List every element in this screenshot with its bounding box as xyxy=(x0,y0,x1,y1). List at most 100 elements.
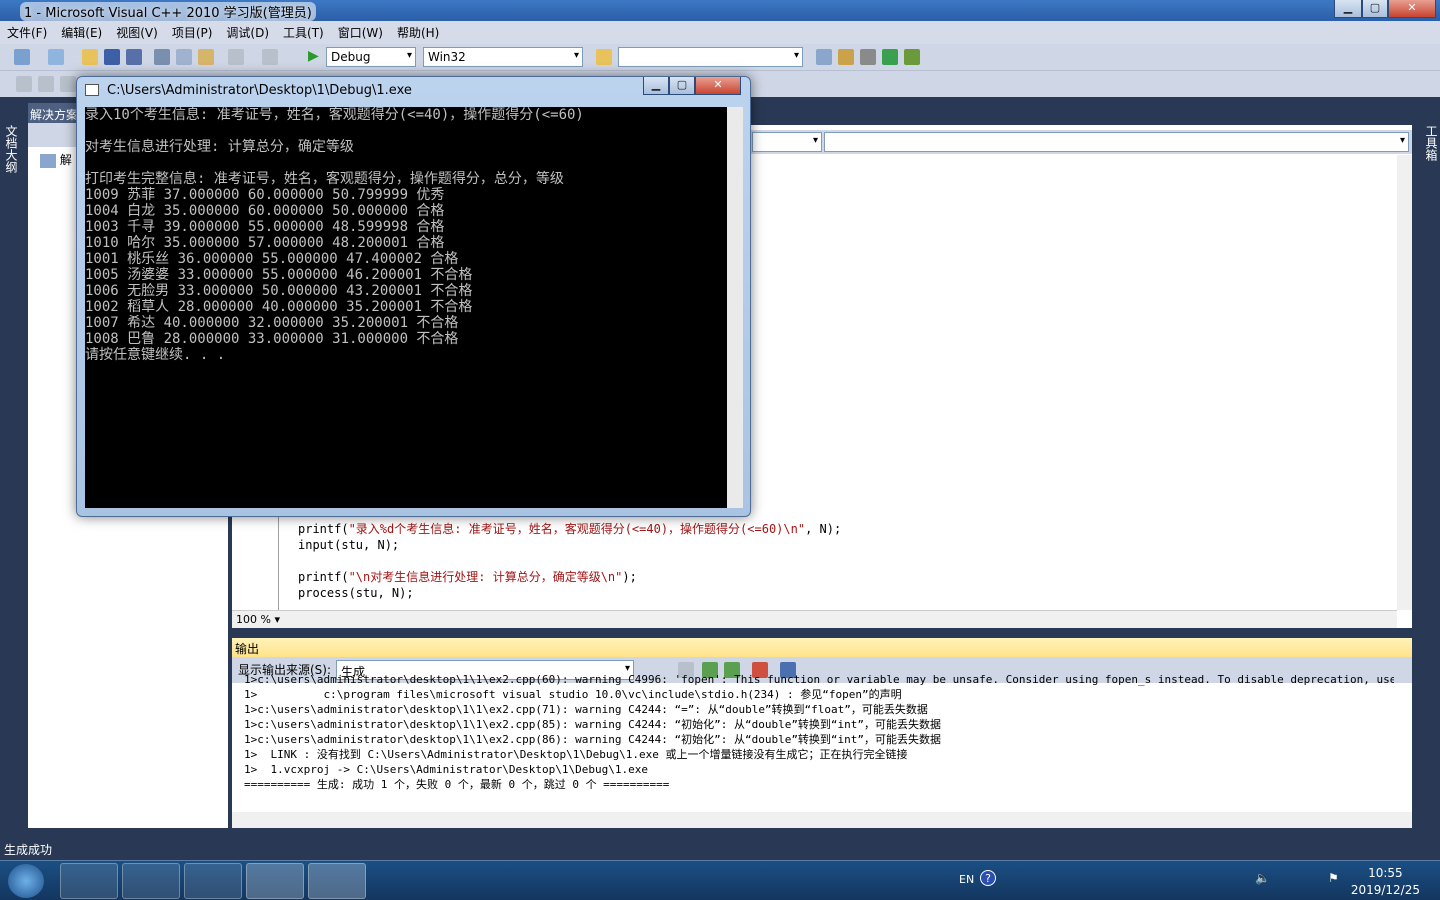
code-text[interactable]: printf("录入%d个考生信息: 准考证号，姓名，客观题得分(<=40)，操… xyxy=(298,521,841,601)
console-vertical-scrollbar[interactable] xyxy=(727,107,743,508)
code-line: process(stu, N); xyxy=(298,586,414,600)
start-debug-icon[interactable]: ▶ xyxy=(308,48,319,64)
toolbox-tab[interactable]: 工具箱 xyxy=(1423,125,1440,161)
console-line: 1001 桃乐丝 36.000000 55.000000 47.400002 合… xyxy=(85,251,459,267)
close-button[interactable]: ✕ xyxy=(1388,0,1436,18)
volume-icon[interactable]: 🔈 xyxy=(1255,871,1270,885)
copy-icon[interactable] xyxy=(176,49,192,65)
menu-item[interactable]: 视图(V) xyxy=(109,21,165,44)
output-line: 1> LINK : 没有找到 C:\Users\Administrator\De… xyxy=(244,748,908,761)
find-in-files-icon[interactable] xyxy=(596,49,612,65)
editor-bottom-bar: 100 % ▾ xyxy=(232,610,1397,628)
taskbar: EN ? 🔈 ⚑ 10:55 2019/12/25 xyxy=(0,860,1440,900)
console-line: 1004 白龙 35.000000 60.000000 50.000000 合格 xyxy=(85,203,445,219)
configuration-select[interactable]: Debug xyxy=(326,47,416,67)
output-panel: 输出 显示输出来源(S): 生成 1>c:\users\administrato… xyxy=(232,638,1412,828)
maximize-button[interactable]: ▢ xyxy=(1362,0,1388,18)
chrome-taskbar-icon[interactable] xyxy=(122,863,180,899)
console-window: C:\Users\Administrator\Desktop\1\Debug\1… xyxy=(76,76,751,517)
minimize-button[interactable]: ▁ xyxy=(1334,0,1362,18)
undo-icon[interactable] xyxy=(228,49,244,65)
menu-item[interactable]: 项目(P) xyxy=(165,21,220,44)
menu-item[interactable]: 工具(T) xyxy=(276,21,331,44)
new-project-icon[interactable] xyxy=(14,49,30,65)
platform-select[interactable]: Win32 xyxy=(423,47,583,67)
menu-item[interactable]: 编辑(E) xyxy=(54,21,109,44)
menu-item[interactable]: 调试(D) xyxy=(219,21,276,44)
console-minimize-button[interactable]: ▁ xyxy=(643,77,669,95)
console-maximize-button[interactable]: ▢ xyxy=(669,77,695,95)
save-icon[interactable] xyxy=(104,49,120,65)
console-output[interactable]: 录入10个考生信息: 准考证号，姓名，客观题得分(<=40)，操作题得分(<=6… xyxy=(85,107,727,508)
help-icon[interactable]: ? xyxy=(980,870,996,886)
document-outline-tab[interactable]: 文档大纲 xyxy=(3,125,20,173)
console-line: 对考生信息进行处理: 计算总分，确定等级 xyxy=(85,139,354,155)
cut-icon[interactable] xyxy=(154,49,170,65)
properties-icon[interactable] xyxy=(838,49,854,65)
find-combo[interactable] xyxy=(618,47,803,67)
left-dock-strip: 文档大纲 xyxy=(0,103,22,828)
console-close-button[interactable]: ✕ xyxy=(695,77,741,95)
firefox-taskbar-icon[interactable] xyxy=(184,863,242,899)
add-item-icon[interactable] xyxy=(48,49,64,65)
toolbar-icon[interactable] xyxy=(38,76,54,92)
pointer-icon[interactable] xyxy=(60,76,76,92)
visual-cpp-taskbar-icon[interactable] xyxy=(246,863,304,899)
menu-item[interactable]: 窗口(W) xyxy=(331,21,390,44)
console-title: C:\Users\Administrator\Desktop\1\Debug\1… xyxy=(107,83,412,98)
console-line: 打印考生完整信息: 准考证号，姓名，客观题得分，操作题得分，总分，等级 xyxy=(85,171,564,187)
explorer-taskbar-icon[interactable] xyxy=(60,863,118,899)
window-title: 1 - Microsoft Visual C++ 2010 学习版(管理员) xyxy=(20,2,316,21)
language-indicator[interactable]: EN xyxy=(959,873,974,886)
toolbox-icon[interactable] xyxy=(860,49,876,65)
clock[interactable]: 10:55 2019/12/25 xyxy=(1351,865,1420,899)
solution-explorer-icon[interactable] xyxy=(816,49,832,65)
console-line: 1009 苏菲 37.000000 60.000000 50.799999 优秀 xyxy=(85,187,445,203)
status-bar: 生成成功 xyxy=(4,843,53,857)
output-line: 1> 1.vcxproj -> C:\Users\Administrator\D… xyxy=(244,763,648,776)
output-line: 1>c:\users\administrator\desktop\1\1\ex2… xyxy=(244,703,928,716)
console-line: 1008 巴鲁 28.000000 33.000000 31.000000 不合… xyxy=(85,331,459,347)
output-title: 输出 xyxy=(232,638,1412,657)
scope-select[interactable] xyxy=(752,132,822,152)
code-line: printf("录入%d个考生信息: 准考证号，姓名，客观题得分(<=40)，操… xyxy=(298,522,842,536)
console-icon xyxy=(85,84,99,96)
member-select[interactable] xyxy=(824,132,1409,152)
console-line: 录入10个考生信息: 准考证号，姓名，客观题得分(<=40)，操作题得分(<=6… xyxy=(85,107,584,123)
console-line: 1005 汤婆婆 33.000000 55.000000 46.200001 不… xyxy=(85,267,473,283)
menu-item[interactable]: 文件(F) xyxy=(0,21,54,44)
code-line: input(stu, N); xyxy=(298,538,400,552)
action-center-flag-icon[interactable]: ⚑ xyxy=(1328,871,1339,885)
console-line: 请按任意键继续. . . xyxy=(85,347,226,363)
console-line: 1010 哈尔 35.000000 57.000000 48.200001 合格 xyxy=(85,235,445,251)
console-line: 1007 希达 40.000000 32.000000 35.200001 不合… xyxy=(85,315,459,331)
menu-bar: 文件(F) 编辑(E) 视图(V) 项目(P) 调试(D) 工具(T) 窗口(W) 帮助(H) xyxy=(0,21,1440,44)
save-all-icon[interactable] xyxy=(126,49,142,65)
menu-item[interactable]: 帮助(H) xyxy=(390,21,446,44)
console-line: 1006 无脸男 33.000000 50.000000 43.200001 不… xyxy=(85,283,473,299)
output-line: 1>c:\users\administrator\desktop\1\1\ex2… xyxy=(244,733,942,746)
output-text[interactable]: 1>c:\users\administrator\desktop\1\1\ex2… xyxy=(244,672,1394,792)
start-page-icon[interactable] xyxy=(882,49,898,65)
solution-icon xyxy=(40,153,56,168)
console-taskbar-icon[interactable] xyxy=(308,863,366,899)
extension-manager-icon[interactable] xyxy=(904,49,920,65)
redo-icon[interactable] xyxy=(262,49,278,65)
title-bar: 1 - Microsoft Visual C++ 2010 学习版(管理员) ▁… xyxy=(0,0,1440,21)
output-horizontal-scrollbar[interactable] xyxy=(232,812,1412,828)
start-button[interactable] xyxy=(8,864,44,898)
console-line: 1002 稻草人 28.000000 40.000000 35.200001 不… xyxy=(85,299,473,315)
output-line: 1>c:\users\administrator\desktop\1\1\ex2… xyxy=(244,718,942,731)
toolbar-icon[interactable] xyxy=(16,76,32,92)
standard-toolbar: ▶ Debug Win32 xyxy=(0,44,1440,71)
editor-vertical-scrollbar[interactable] xyxy=(1397,155,1412,610)
paste-icon[interactable] xyxy=(198,49,214,65)
output-line: 1>c:\users\administrator\desktop\1\1\ex2… xyxy=(244,673,1394,686)
console-line: 1003 千寻 39.000000 55.000000 48.599998 合格 xyxy=(85,219,445,235)
open-icon[interactable] xyxy=(82,49,98,65)
output-line: ========== 生成: 成功 1 个，失败 0 个，最新 0 个，跳过 0… xyxy=(244,778,670,791)
zoom-level-select[interactable]: 100 % xyxy=(236,613,271,626)
